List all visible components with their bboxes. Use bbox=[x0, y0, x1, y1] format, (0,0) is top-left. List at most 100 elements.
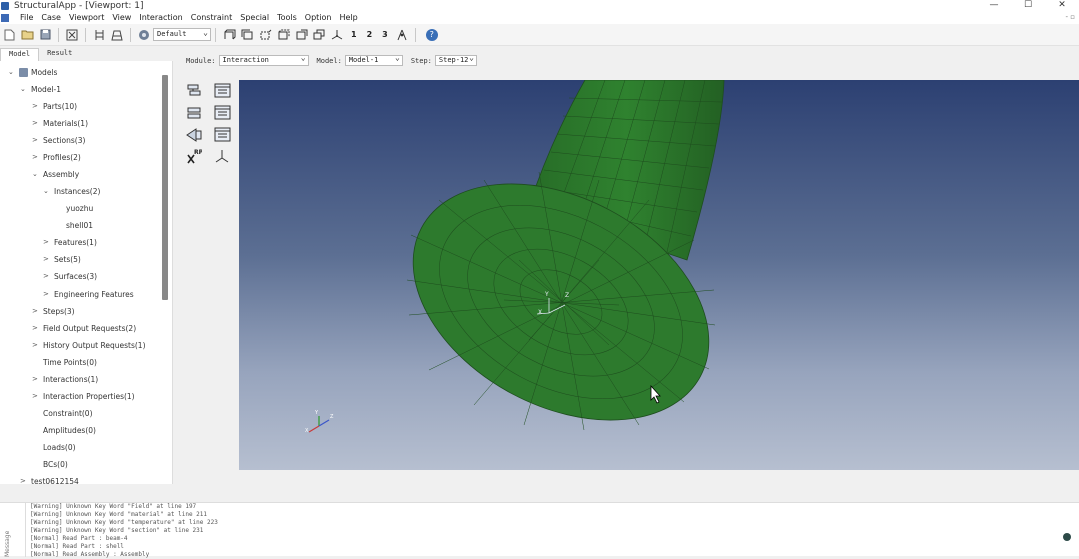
close-button[interactable]: ✕ bbox=[1045, 0, 1079, 11]
menu-special[interactable]: Special bbox=[236, 13, 273, 22]
tree-item-loads[interactable]: Loads(0) bbox=[32, 440, 76, 454]
tree-item-profiles[interactable]: > Profiles(2) bbox=[32, 150, 81, 164]
menu-interaction[interactable]: Interaction bbox=[135, 13, 186, 22]
menu-file[interactable]: File bbox=[16, 13, 37, 22]
tree-item-label: Steps(3) bbox=[43, 306, 75, 316]
interaction-manager-icon[interactable] bbox=[213, 82, 231, 98]
menu-help[interactable]: Help bbox=[335, 13, 361, 22]
toolbar-separator bbox=[414, 27, 416, 42]
tree-item-steps[interactable]: > Steps(3) bbox=[32, 304, 75, 318]
toolbar-separator bbox=[85, 27, 86, 42]
menu-tools[interactable]: Tools bbox=[273, 13, 301, 22]
chevron-right-icon[interactable]: > bbox=[32, 375, 40, 383]
chevron-down-icon[interactable]: ⌄ bbox=[8, 68, 16, 76]
view-1-button[interactable]: 1 bbox=[351, 30, 357, 39]
tree-item-sets[interactable]: > Sets(5) bbox=[43, 252, 81, 266]
tab-model[interactable]: Model bbox=[0, 48, 40, 61]
tab-result[interactable]: Result bbox=[39, 48, 80, 61]
view-2-button[interactable]: 2 bbox=[367, 30, 373, 39]
menu-option[interactable]: Option bbox=[301, 13, 336, 22]
tree-item-assembly[interactable]: ⌄ Assembly bbox=[32, 167, 79, 181]
tree-item-sections[interactable]: > Sections(3) bbox=[32, 133, 85, 147]
view-top-icon[interactable] bbox=[258, 28, 272, 42]
mesh-grid-icon[interactable] bbox=[92, 28, 106, 42]
tree-item-label: Amplitudes(0) bbox=[43, 425, 96, 435]
chevron-right-icon[interactable]: > bbox=[32, 341, 40, 349]
view-left-icon[interactable] bbox=[294, 28, 308, 42]
chevron-right-icon[interactable]: > bbox=[43, 238, 51, 246]
tree-item-history-output-requests[interactable]: > History Output Requests(1) bbox=[32, 338, 146, 352]
menu-constraint[interactable]: Constraint bbox=[187, 13, 236, 22]
model-select[interactable]: Model-1 bbox=[344, 53, 403, 66]
view-back-icon[interactable] bbox=[240, 28, 254, 42]
message-status-icon[interactable] bbox=[1063, 533, 1071, 541]
view-front-icon[interactable] bbox=[222, 28, 236, 42]
chevron-right-icon[interactable]: > bbox=[32, 153, 40, 161]
fit-view-icon[interactable] bbox=[65, 28, 79, 42]
tree-item-constraint[interactable]: Constraint(0) bbox=[32, 406, 93, 420]
perspective-icon[interactable] bbox=[110, 28, 124, 42]
chevron-down-icon[interactable]: ⌄ bbox=[43, 187, 51, 195]
minimize-button[interactable]: — bbox=[977, 0, 1011, 11]
save-icon[interactable] bbox=[38, 28, 52, 42]
chevron-right-icon[interactable]: > bbox=[32, 307, 40, 315]
module-select[interactable]: Interaction bbox=[218, 53, 309, 66]
chevron-right-icon[interactable]: > bbox=[32, 324, 40, 332]
maximize-button[interactable]: ☐ bbox=[1011, 0, 1045, 11]
tree-item-instances[interactable]: ⌄ Instances(2) bbox=[43, 184, 100, 198]
tree-item-shell01[interactable]: shell01 bbox=[55, 218, 93, 232]
chevron-right-icon[interactable]: > bbox=[20, 477, 28, 484]
chevron-right-icon[interactable]: > bbox=[32, 102, 40, 110]
chevron-right-icon[interactable]: > bbox=[43, 255, 51, 263]
reference-point-icon[interactable]: RP bbox=[185, 148, 203, 164]
tree-item-interactions[interactable]: > Interactions(1) bbox=[32, 372, 98, 386]
create-constraint-icon[interactable] bbox=[185, 126, 203, 142]
tree-item-materials[interactable]: > Materials(1) bbox=[32, 116, 88, 130]
tree-item-surfaces[interactable]: > Surfaces(3) bbox=[43, 269, 97, 283]
view-iso-icon[interactable] bbox=[330, 28, 344, 42]
tree-item-amplitudes[interactable]: Amplitudes(0) bbox=[32, 423, 96, 437]
viewport-canvas[interactable]: Y Z X bbox=[239, 80, 1079, 470]
tree-item-features[interactable]: > Features(1) bbox=[43, 235, 97, 249]
tree-item-model-1[interactable]: ⌄ Model-1 bbox=[20, 82, 61, 96]
view-3-button[interactable]: 3 bbox=[382, 30, 388, 39]
chevron-right-icon[interactable]: > bbox=[43, 290, 51, 298]
create-interaction-icon[interactable] bbox=[185, 82, 203, 98]
tree-item-parts[interactable]: > Parts(10) bbox=[32, 99, 77, 113]
property-manager-icon[interactable] bbox=[213, 104, 231, 120]
view-right-icon[interactable] bbox=[312, 28, 326, 42]
new-file-icon[interactable] bbox=[2, 28, 16, 42]
mdi-controls[interactable]: - ▫ bbox=[1066, 13, 1076, 21]
chevron-right-icon[interactable]: > bbox=[32, 119, 40, 127]
message-line: [Warning] Unknown Key Word "temperature"… bbox=[30, 519, 218, 526]
tree-item-test-model[interactable]: > test0612154 bbox=[20, 474, 79, 485]
chevron-right-icon[interactable]: > bbox=[32, 392, 40, 400]
chevron-right-icon[interactable]: > bbox=[32, 136, 40, 144]
tree-item-engineering-features[interactable]: > Engineering Features bbox=[43, 287, 134, 301]
tree-item-bcs[interactable]: BCs(0) bbox=[32, 457, 68, 471]
chevron-down-icon[interactable]: ⌄ bbox=[32, 170, 40, 178]
tree-item-models[interactable]: ⌄ Models bbox=[8, 65, 57, 79]
tree-item-field-output-requests[interactable]: > Field Output Requests(2) bbox=[32, 321, 136, 335]
render-style-icon[interactable] bbox=[137, 28, 151, 42]
chevron-right-icon[interactable]: > bbox=[43, 272, 51, 280]
view-bottom-icon[interactable] bbox=[276, 28, 290, 42]
tree-scrollbar[interactable] bbox=[162, 75, 168, 300]
chevron-down-icon[interactable]: ⌄ bbox=[20, 85, 28, 93]
rotate-icon[interactable] bbox=[395, 28, 409, 42]
menu-view[interactable]: View bbox=[108, 13, 135, 22]
create-property-icon[interactable] bbox=[185, 104, 203, 120]
datum-csys-icon[interactable] bbox=[213, 148, 231, 164]
constraint-manager-icon[interactable] bbox=[213, 126, 231, 142]
tree-item-yuozhu[interactable]: yuozhu bbox=[55, 201, 93, 215]
help-icon[interactable]: ? bbox=[425, 28, 438, 41]
tree-item-interaction-properties[interactable]: > Interaction Properties(1) bbox=[32, 389, 135, 403]
step-select[interactable]: Step-12 bbox=[434, 53, 477, 66]
menu-case[interactable]: Case bbox=[37, 13, 65, 22]
message-tab[interactable]: Message bbox=[4, 505, 14, 557]
tree-item-label: Sets(5) bbox=[54, 254, 81, 264]
render-style-select[interactable]: Default bbox=[153, 27, 211, 41]
menu-viewport[interactable]: Viewport bbox=[65, 13, 108, 22]
open-folder-icon[interactable] bbox=[20, 28, 34, 42]
tree-item-time-points[interactable]: Time Points(0) bbox=[32, 355, 97, 369]
